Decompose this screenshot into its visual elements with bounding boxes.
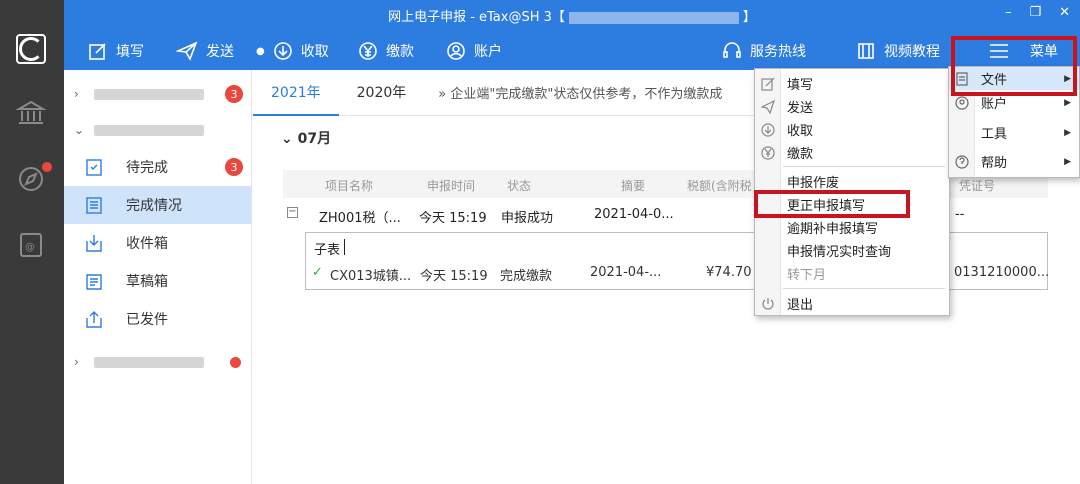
chevron-down-icon: ⌄ <box>74 123 85 137</box>
collapse-toggle[interactable]: − <box>287 207 298 218</box>
bank-icon[interactable] <box>14 96 48 130</box>
sidebar-group-3[interactable]: › <box>64 344 251 380</box>
sub-table-label: 子表 <box>314 243 341 258</box>
window-controls: – ❐ ✕ <box>1005 5 1070 20</box>
sidebar-item-inbox[interactable]: 收件箱 <box>64 224 251 262</box>
send-button[interactable]: 发送 <box>176 40 234 62</box>
headset-icon <box>723 42 741 58</box>
column-time: 申报时间 <box>427 179 476 193</box>
menu-item-next-month: 转下月 <box>787 268 827 283</box>
sidebar-item-sent[interactable]: 已发件 <box>64 300 251 338</box>
sidebar-item-pending[interactable]: 待完成 3 <box>64 148 251 186</box>
column-status: 状态 <box>507 179 532 193</box>
sidebar-item-drafts[interactable]: 草稿箱 <box>64 262 251 300</box>
column-name: 项目名称 <box>325 179 374 193</box>
text-cursor <box>344 239 345 255</box>
column-summary: 摘要 <box>621 179 646 193</box>
yen-icon <box>359 42 377 60</box>
highlight-correction <box>754 190 910 218</box>
chevron-right-icon: › <box>74 355 79 369</box>
redacted-company <box>568 11 739 24</box>
clipboard-check-icon <box>86 159 102 176</box>
help-icon <box>954 154 970 170</box>
hotline-button[interactable]: 服务热线 <box>722 40 806 62</box>
menu-item-realtime-query[interactable]: 申报情况实时查询 <box>755 239 949 262</box>
redacted-group-name <box>94 88 204 100</box>
sidebar-group-2[interactable]: ⌄ <box>64 112 251 148</box>
fill-button[interactable]: 填写 <box>88 40 144 62</box>
menu-item-send[interactable]: 发送 <box>755 95 949 118</box>
pay-button[interactable]: 缴款 <box>358 40 414 62</box>
user-icon <box>954 95 970 111</box>
month-header[interactable]: ⌄ 07月 <box>281 128 331 148</box>
notification-dot <box>42 162 52 172</box>
sidebar: › 3 ⌄ 待完成 3 完成情况 收件箱 草稿箱 已发件 › <box>64 70 252 484</box>
mail-book-icon[interactable]: @ <box>14 228 48 262</box>
upload-icon <box>86 311 102 328</box>
edit-icon <box>760 76 776 92</box>
video-tutorial-button[interactable]: 视频教程 <box>856 40 940 62</box>
menu-item-pay[interactable]: 缴款 <box>755 141 949 164</box>
sidebar-group-1[interactable]: › 3 <box>64 76 251 112</box>
group-badge: 3 <box>225 85 243 103</box>
toolbar: 填写 发送 ● 收取 缴款 账户 服务热线 视频教程 菜单 <box>64 30 1080 70</box>
menu-item-exit[interactable]: 退出 <box>755 292 949 315</box>
redacted-group-name <box>94 124 204 136</box>
app-logo-icon[interactable] <box>16 34 46 64</box>
title-bar: 网上电子申报 - eTax@SH 3【】 – ❐ ✕ <box>64 0 1080 30</box>
tab-2020[interactable]: 2020年 <box>339 70 425 116</box>
column-tax: 税额(含附税 <box>687 179 752 193</box>
paper-plane-icon <box>176 41 198 61</box>
list-icon <box>86 197 102 214</box>
download-circle-icon <box>273 42 292 60</box>
tab-2021[interactable]: 2021年 <box>253 70 339 116</box>
user-icon <box>447 42 465 60</box>
column-voucher: 凭证号 <box>959 179 996 193</box>
yen-icon <box>760 145 776 161</box>
minimize-button[interactable]: – <box>1005 5 1012 20</box>
receive-button[interactable]: ● 收取 <box>256 40 329 62</box>
account-button[interactable]: 账户 <box>446 40 502 62</box>
inbox-icon <box>86 235 102 252</box>
edit-icon <box>89 43 106 60</box>
chevron-right-icon: › <box>74 87 79 101</box>
svg-text:@: @ <box>25 242 35 253</box>
window-title: 网上电子申报 - eTax@SH 3【】 <box>388 10 756 25</box>
power-icon <box>760 296 776 312</box>
menu-item-help[interactable]: 帮助 ▶ <box>949 150 1079 173</box>
menu-item-overdue[interactable]: 逾期补申报填写 <box>755 216 949 239</box>
redacted-group-name <box>94 356 204 368</box>
app-window: @ 网上电子申报 - eTax@SH 3【】 – ❐ ✕ 填写 发送 ● 收取 <box>0 0 1080 484</box>
left-rail: @ <box>0 0 64 484</box>
menu-item-fill[interactable]: 填写 <box>755 72 949 95</box>
pending-badge: 3 <box>225 158 243 176</box>
restore-button[interactable]: ❐ <box>1029 5 1041 20</box>
download-circle-icon <box>760 122 776 138</box>
group-red-dot <box>230 356 241 368</box>
notice-text: » 企业端"完成缴款"状态仅供参考，不作为缴款成 <box>438 87 723 102</box>
highlight-menu-file <box>951 36 1077 96</box>
film-icon <box>858 43 874 59</box>
menu-item-tools[interactable]: 工具 ▶ <box>949 121 1079 144</box>
menu-item-receive[interactable]: 收取 <box>755 118 949 141</box>
sidebar-item-completed[interactable]: 完成情况 <box>64 186 251 224</box>
draft-icon <box>86 274 102 290</box>
close-button[interactable]: ✕ <box>1059 5 1070 20</box>
paper-plane-icon <box>760 99 776 115</box>
check-icon: ✓ <box>312 265 323 280</box>
